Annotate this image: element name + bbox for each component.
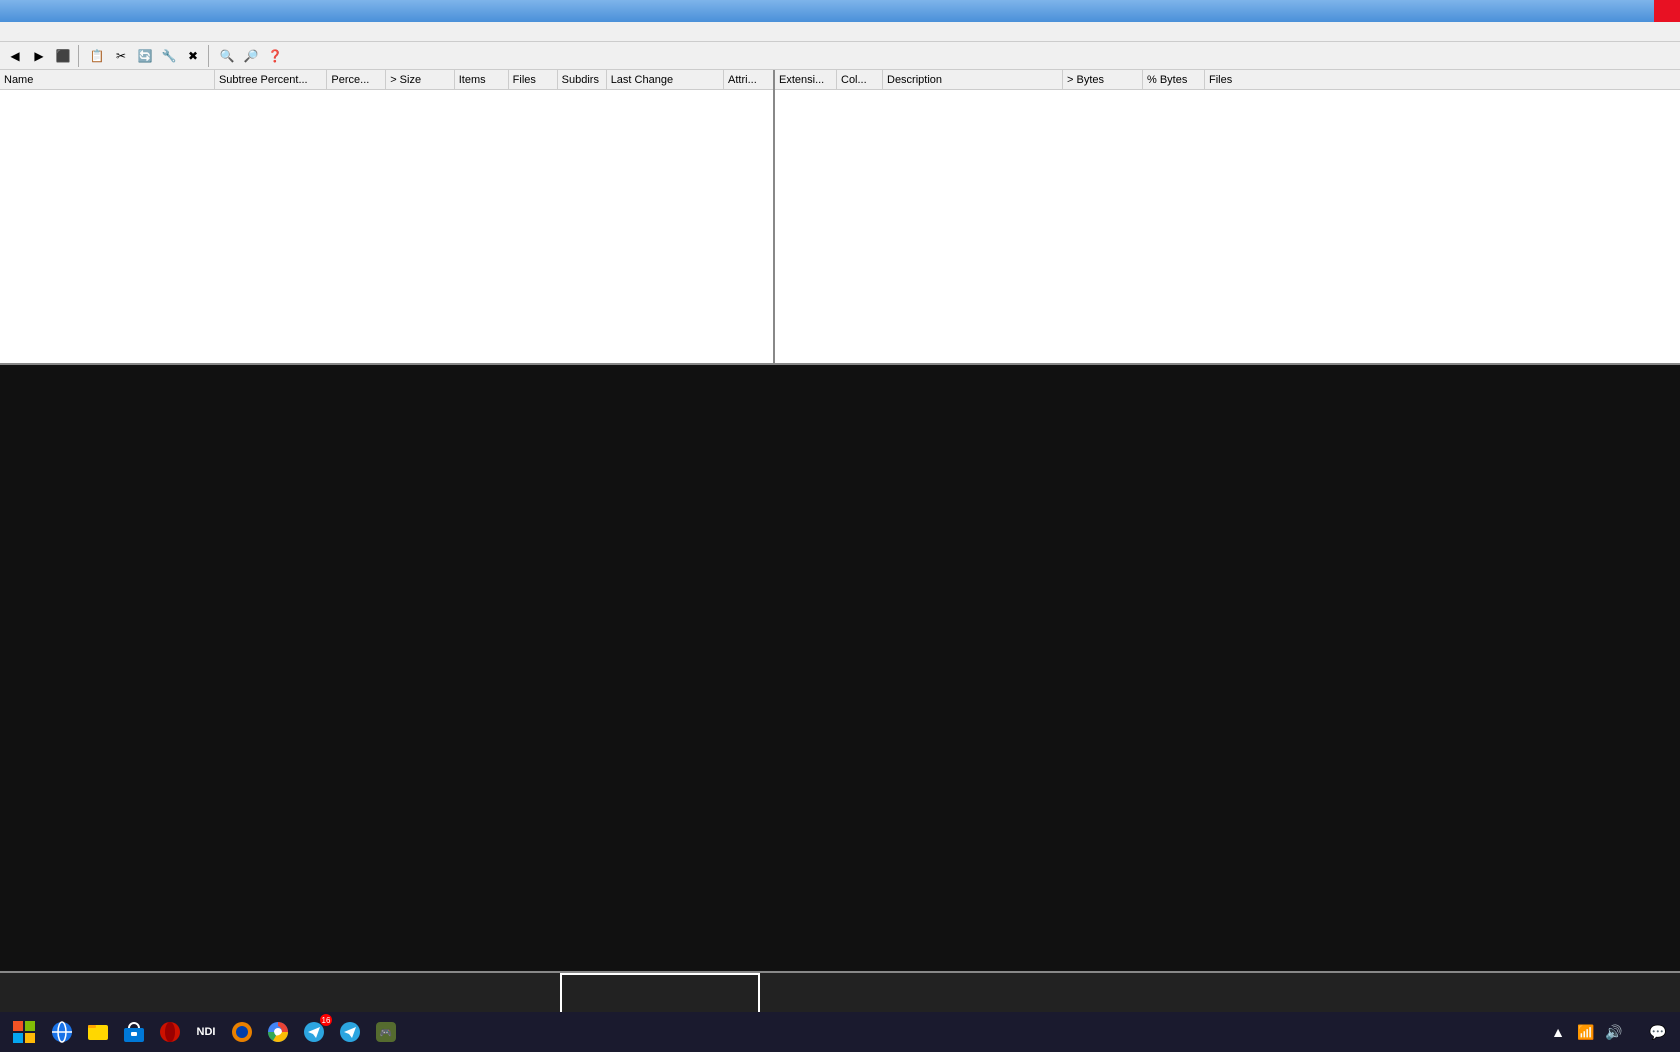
toolbar-button-2[interactable]: ▶ [28, 45, 50, 67]
ext-col-files[interactable]: Files [1205, 70, 1265, 89]
tree-rows-container [0, 90, 773, 363]
toolbar-button-6[interactable]: 🔄 [134, 45, 156, 67]
col-items[interactable]: Items [455, 70, 509, 89]
col-name[interactable]: Name [0, 70, 215, 89]
taskbar: NDI 16 🎮 ▲ 📶 🔊 💬 [0, 1012, 1680, 1052]
toolbar: ◀ ▶ ⬛ 📋 ✂ 🔄 🔧 ✖ 🔍 🔎 ❓ [0, 42, 1680, 70]
tree-header: Name Subtree Percent... Perce... > Size … [0, 70, 773, 90]
ext-col-bytes[interactable]: > Bytes [1063, 70, 1143, 89]
tray-expand-icon[interactable]: ▲ [1548, 1022, 1568, 1042]
menubar [0, 22, 1680, 42]
toolbar-button-4[interactable]: 📋 [86, 45, 108, 67]
toolbar-separator-1 [78, 45, 82, 67]
col-subdirs[interactable]: Subdirs [558, 70, 607, 89]
tray-sound-icon[interactable]: 🔊 [1604, 1022, 1624, 1042]
taskbar-telegram-icon[interactable]: 16 [296, 1014, 332, 1050]
ext-col-desc[interactable]: Description [883, 70, 1063, 89]
svg-text:🎮: 🎮 [380, 1028, 392, 1039]
ext-col-pct[interactable]: % Bytes [1143, 70, 1205, 89]
start-button[interactable] [4, 1014, 44, 1050]
minimize-button[interactable] [1602, 0, 1628, 22]
col-perce[interactable]: Perce... [327, 70, 386, 89]
taskbar-store-icon[interactable] [116, 1014, 152, 1050]
toolbar-button-10[interactable]: 🔎 [240, 45, 262, 67]
titlebar-controls [1602, 0, 1680, 22]
ext-rows-container [775, 90, 1680, 363]
taskbar-telegram2-icon[interactable] [332, 1014, 368, 1050]
tree-panel[interactable]: Name Subtree Percent... Perce... > Size … [0, 70, 775, 363]
tray-notification-icon[interactable]: 💬 [1648, 1022, 1668, 1042]
taskbar-other-icon[interactable]: 🎮 [368, 1014, 404, 1050]
ext-panel[interactable]: Extensi... Col... Description > Bytes % … [775, 70, 1680, 363]
toolbar-button-5[interactable]: ✂ [110, 45, 132, 67]
taskbar-chrome-icon[interactable] [260, 1014, 296, 1050]
maximize-button[interactable] [1628, 0, 1654, 22]
taskbar-opera-icon[interactable] [152, 1014, 188, 1050]
titlebar [0, 0, 1680, 22]
taskbar-right: ▲ 📶 🔊 💬 [1548, 1022, 1676, 1042]
top-pane: Name Subtree Percent... Perce... > Size … [0, 70, 1680, 365]
taskbar-ie-icon[interactable] [44, 1014, 80, 1050]
ext-header: Extensi... Col... Description > Bytes % … [775, 70, 1680, 90]
toolbar-button-1[interactable]: ◀ [4, 45, 26, 67]
taskbar-ndi-icon[interactable]: NDI [188, 1014, 224, 1050]
main-area: Name Subtree Percent... Perce... > Size … [0, 70, 1680, 1026]
col-files[interactable]: Files [509, 70, 558, 89]
col-attri[interactable]: Attri... [724, 70, 773, 89]
col-lastchange[interactable]: Last Change [607, 70, 724, 89]
toolbar-button-3[interactable]: ⬛ [52, 45, 74, 67]
close-button[interactable] [1654, 0, 1680, 22]
ext-col-color[interactable]: Col... [837, 70, 883, 89]
taskbar-explorer-icon[interactable] [80, 1014, 116, 1050]
taskbar-firefox-icon[interactable] [224, 1014, 260, 1050]
toolbar-button-8[interactable]: ✖ [182, 45, 204, 67]
col-subtree[interactable]: Subtree Percent... [215, 70, 327, 89]
toolbar-separator-2 [208, 45, 212, 67]
tray-network-icon[interactable]: 📶 [1576, 1022, 1596, 1042]
col-size[interactable]: > Size [386, 70, 455, 89]
toolbar-button-7[interactable]: 🔧 [158, 45, 180, 67]
viz-area[interactable] [0, 365, 1680, 971]
ext-col-ext[interactable]: Extensi... [775, 70, 837, 89]
toolbar-button-9[interactable]: 🔍 [216, 45, 238, 67]
toolbar-button-11[interactable]: ❓ [264, 45, 286, 67]
